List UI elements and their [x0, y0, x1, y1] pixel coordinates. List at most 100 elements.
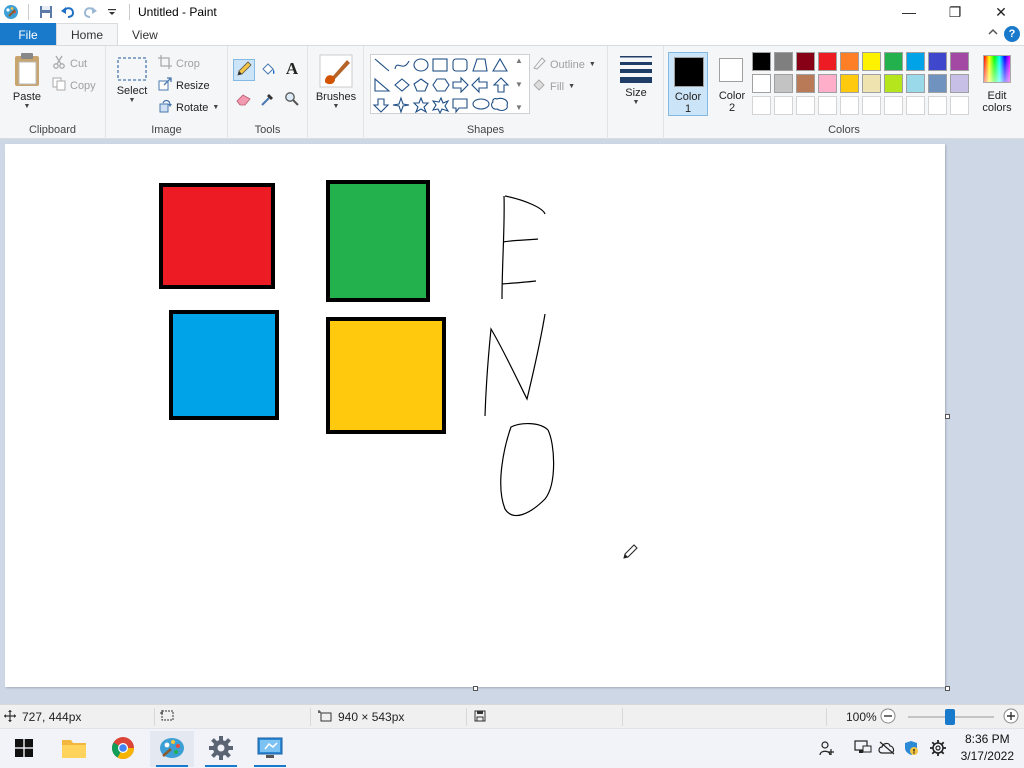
tray-onedrive[interactable] [876, 729, 898, 768]
palette-swatch[interactable] [818, 52, 837, 71]
cursor-position-text: 727, 444px [22, 710, 82, 724]
scroll-up-icon[interactable]: ▲ [515, 56, 523, 65]
shapes-scroll[interactable]: ▲ ▼ ▼ [512, 56, 526, 112]
undo-icon[interactable] [59, 3, 77, 21]
copy-button[interactable]: Copy [52, 77, 96, 94]
palette-swatch[interactable] [796, 74, 815, 93]
custom-color-slot[interactable] [950, 96, 969, 115]
taskbar-chrome[interactable] [101, 731, 145, 767]
select-button[interactable]: Select ▼ [114, 56, 150, 104]
shapes-gallery[interactable] [370, 54, 530, 115]
fill-button[interactable]: Fill ▼ [532, 78, 575, 95]
taskbar-settings[interactable] [199, 731, 243, 767]
fill-tool-button[interactable] [258, 60, 278, 80]
tray-people[interactable] [816, 729, 838, 768]
tray-network[interactable] [852, 729, 874, 768]
custom-color-slot[interactable] [752, 96, 771, 115]
color-picker-tool-button[interactable] [258, 90, 278, 110]
custom-color-slot[interactable] [884, 96, 903, 115]
tab-home[interactable]: Home [56, 23, 119, 46]
cut-button[interactable]: Cut [52, 55, 87, 72]
tab-view[interactable]: View [118, 23, 172, 46]
zoom-in-icon [1003, 708, 1019, 727]
status-separator [310, 708, 311, 726]
palette-swatch[interactable] [884, 52, 903, 71]
color2-label-number: 2 [728, 102, 736, 114]
palette-swatch[interactable] [840, 74, 859, 93]
paint-app-icon[interactable] [2, 3, 20, 21]
palette-swatch[interactable] [752, 52, 771, 71]
start-button[interactable] [2, 731, 46, 767]
taskbar-file-explorer[interactable] [52, 731, 96, 767]
maximize-button[interactable]: ❐ [932, 0, 978, 24]
palette-swatch[interactable] [950, 74, 969, 93]
palette-swatch[interactable] [928, 74, 947, 93]
taskbar-remote-desktop[interactable] [248, 731, 292, 767]
canvas-resize-handle-right[interactable] [945, 414, 950, 419]
help-button[interactable]: ? [1004, 26, 1020, 42]
crop-button[interactable]: Crop [158, 55, 200, 72]
redo-icon[interactable] [81, 3, 99, 21]
taskbar-clock[interactable]: 8:36 PM 3/17/2022 [961, 731, 1014, 765]
magnifier-tool-button[interactable] [282, 90, 302, 110]
custom-color-slot[interactable] [840, 96, 859, 115]
palette-swatch[interactable] [752, 74, 771, 93]
palette-swatch[interactable] [884, 74, 903, 93]
blue-square [169, 310, 279, 420]
palette-swatch[interactable] [818, 74, 837, 93]
scroll-down-icon[interactable]: ▼ [515, 80, 523, 89]
palette-swatch[interactable] [950, 52, 969, 71]
custom-color-slot[interactable] [818, 96, 837, 115]
fill-label: Fill [550, 80, 565, 93]
letter-o-stroke [500, 423, 555, 517]
zoom-out-button[interactable] [880, 705, 896, 729]
cut-label: Cut [70, 57, 88, 70]
text-tool-button[interactable]: A [282, 59, 302, 79]
palette-swatch[interactable] [928, 52, 947, 71]
customize-qat-icon[interactable] [103, 3, 121, 21]
palette-swatch[interactable] [796, 52, 815, 71]
paste-button[interactable]: Paste ▼ [8, 52, 46, 110]
brushes-group: Brushes ▼ [308, 46, 364, 139]
color1-button[interactable]: Color 1 [668, 52, 708, 116]
palette-swatch[interactable] [906, 52, 925, 71]
palette-swatch[interactable] [840, 52, 859, 71]
outline-button[interactable]: Outline ▼ [532, 56, 596, 73]
zoom-slider-thumb[interactable] [945, 709, 955, 725]
expand-gallery-icon[interactable]: ▼ [515, 103, 523, 112]
close-button[interactable]: ✕ [978, 0, 1024, 24]
rotate-button[interactable]: Rotate ▼ [158, 99, 219, 116]
taskbar-paint[interactable] [150, 731, 194, 767]
palette-swatch[interactable] [862, 52, 881, 71]
canvas-resize-handle-corner[interactable] [945, 686, 950, 691]
palette-swatch[interactable] [774, 52, 793, 71]
shapes-group-label: Shapes [466, 124, 505, 136]
zoom-slider[interactable] [908, 705, 994, 729]
custom-color-slot[interactable] [928, 96, 947, 115]
resize-button[interactable]: Resize [158, 77, 210, 94]
eraser-tool-button[interactable] [234, 90, 254, 110]
custom-color-slot[interactable] [774, 96, 793, 115]
custom-color-slot[interactable] [906, 96, 925, 115]
drawing-canvas[interactable] [5, 144, 945, 687]
tab-file[interactable]: File [0, 23, 56, 46]
brushes-button[interactable]: Brushes ▼ [314, 54, 358, 110]
palette-swatch[interactable] [906, 74, 925, 93]
pencil-tool-button[interactable] [233, 59, 255, 81]
pencil-icon [236, 60, 252, 80]
size-button[interactable]: Size ▼ [616, 54, 656, 106]
custom-color-slot[interactable] [862, 96, 881, 115]
tray-security[interactable] [900, 729, 922, 768]
edit-colors-button[interactable]: Edit colors [976, 52, 1018, 118]
clock-date: 3/17/2022 [960, 749, 1014, 763]
minimize-button[interactable]: — [886, 0, 932, 24]
save-icon[interactable] [37, 3, 55, 21]
color2-button[interactable]: Color 2 [712, 52, 752, 116]
custom-color-slot[interactable] [796, 96, 815, 115]
palette-swatch[interactable] [862, 74, 881, 93]
tray-settings[interactable] [927, 729, 949, 768]
canvas-resize-handle-bottom[interactable] [473, 686, 478, 691]
palette-swatch[interactable] [774, 74, 793, 93]
minimize-ribbon-icon[interactable] [988, 28, 998, 39]
zoom-in-button[interactable] [1003, 705, 1019, 729]
